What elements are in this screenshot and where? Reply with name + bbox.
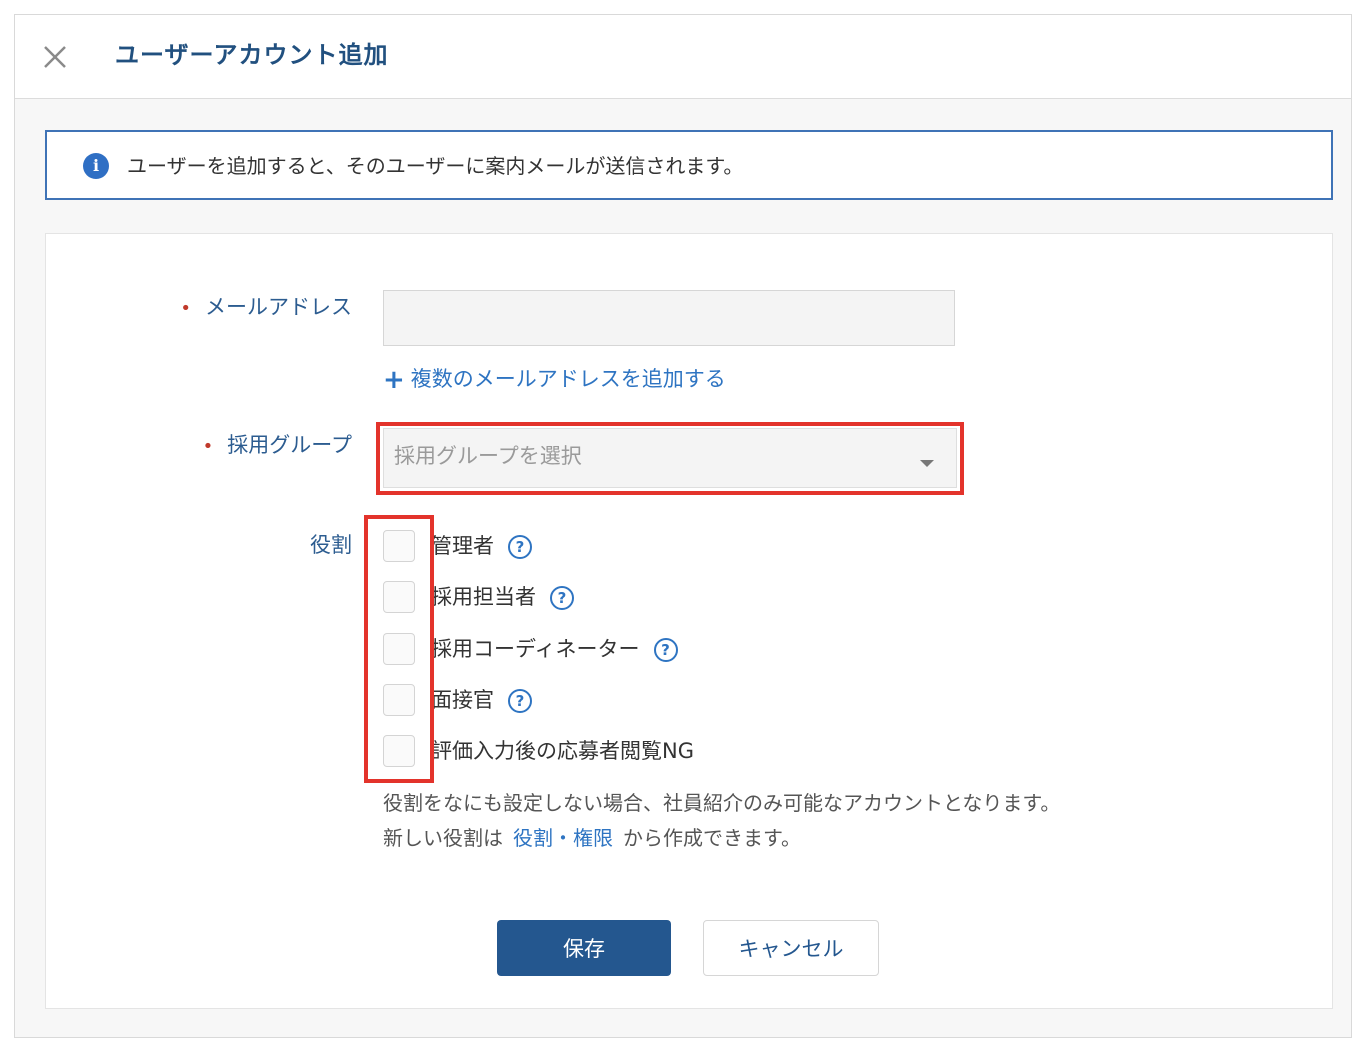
role-label: 評価入力後の応募者閲覧NG — [431, 735, 694, 767]
group-select-placeholder: 採用グループを選択 — [394, 444, 582, 468]
add-multiple-emails-link[interactable]: + 複数のメールアドレスを追加する — [383, 364, 726, 395]
close-icon[interactable] — [41, 43, 69, 71]
role-label: 管理者? — [431, 530, 532, 562]
role-label-text: 管理者 — [431, 534, 494, 558]
role-label-text: 評価入力後の応募者閲覧NG — [431, 739, 694, 763]
roles-note-suffix: から作成できます。 — [623, 826, 801, 850]
cancel-button[interactable]: キャンセル — [703, 920, 879, 976]
help-icon[interactable]: ? — [508, 689, 532, 713]
role-checkbox-coordinator[interactable] — [383, 633, 415, 665]
role-label: 面接官? — [431, 684, 532, 716]
plus-icon: + — [383, 365, 405, 395]
help-icon[interactable]: ? — [550, 586, 574, 610]
info-icon: i — [83, 153, 109, 179]
required-mark: • — [202, 436, 214, 457]
info-banner: i ユーザーを追加すると、そのユーザーに案内メールが送信されます。 — [45, 130, 1333, 200]
role-label-text: 面接官 — [431, 688, 494, 712]
roles-label: 役割 — [310, 533, 352, 557]
help-icon[interactable]: ? — [508, 535, 532, 559]
role-label: 採用担当者? — [431, 581, 574, 613]
role-label: 採用コーディネーター? — [431, 633, 678, 665]
roles-note-prefix: 新しい役割は — [383, 826, 503, 850]
info-text: ユーザーを追加すると、そのユーザーに案内メールが送信されます。 — [127, 154, 744, 178]
roles-permissions-link[interactable]: 役割・権限 — [513, 826, 613, 850]
dialog-title: ユーザーアカウント追加 — [115, 41, 389, 69]
email-input[interactable] — [383, 290, 955, 346]
help-icon[interactable]: ? — [653, 638, 678, 662]
roles-note-line2: 新しい役割は 役割・権限 から作成できます。 — [383, 823, 801, 853]
group-select[interactable]: 採用グループを選択 — [383, 428, 957, 488]
required-mark: • — [180, 298, 191, 319]
role-checkbox-recruiter[interactable] — [383, 581, 415, 613]
roles-note-line1: 役割をなにも設定しない場合、社員紹介のみ可能なアカウントとなります。 — [383, 791, 1061, 815]
email-label: • メールアドレス — [176, 292, 352, 324]
role-checkbox-admin[interactable] — [383, 530, 415, 562]
group-label-text: 採用グループ — [227, 433, 352, 457]
chevron-down-icon — [920, 460, 934, 467]
role-checkbox-interviewer[interactable] — [383, 684, 415, 716]
add-multiple-label: 複数のメールアドレスを追加する — [410, 367, 726, 391]
user-form: • メールアドレス + 複数のメールアドレスを追加する • 採用グループ 採用グループ… — [45, 233, 1333, 1009]
dialog-header: ユーザーアカウント追加 — [15, 15, 1351, 99]
role-checkbox-no-view-after-eval[interactable] — [383, 735, 415, 767]
email-label-text: メールアドレス — [205, 295, 352, 319]
role-label-text: 採用コーディネーター — [431, 637, 640, 661]
role-label-text: 採用担当者 — [431, 585, 536, 609]
add-user-dialog: ユーザーアカウント追加 i ユーザーを追加すると、そのユーザーに案内メールが送信… — [14, 14, 1352, 1038]
save-button[interactable]: 保存 — [497, 920, 671, 976]
group-label: • 採用グループ — [186, 430, 352, 462]
